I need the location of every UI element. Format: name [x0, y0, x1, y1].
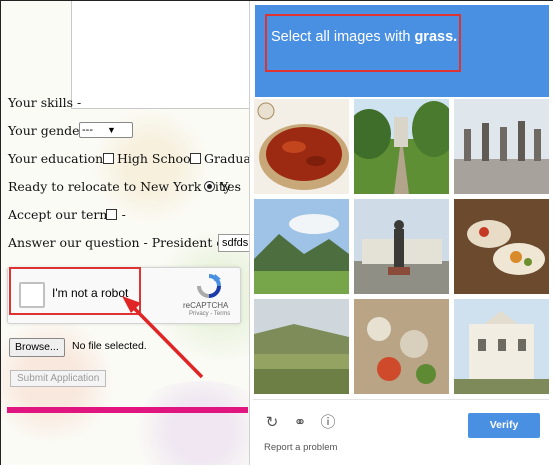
image-tile-statue-square[interactable] [354, 199, 449, 294]
application-form [1, 1, 249, 465]
instruction-highlight [265, 14, 461, 72]
image-tile-colonial-building[interactable] [454, 299, 549, 394]
image-tile-market-produce[interactable] [354, 299, 449, 394]
recaptcha-highlight [9, 267, 141, 315]
skills-label: Your skills - [8, 95, 82, 110]
education-label: Your education - [8, 151, 112, 166]
image-tile-banquet-food[interactable] [454, 199, 549, 294]
recaptcha-logo-icon [197, 274, 221, 298]
terms-checkbox[interactable] [106, 209, 117, 220]
gender-select-value: --- [82, 124, 93, 136]
headphones-icon[interactable]: ⚭ [292, 414, 308, 430]
reload-icon[interactable]: ↻ [264, 414, 280, 430]
challenge-tools: ↻ ⚭ ⓘ [264, 414, 344, 434]
submit-button[interactable]: Submit Application [10, 370, 107, 387]
high-school-label: High School [117, 151, 195, 166]
footer-divider [253, 399, 549, 400]
image-tile-park-path[interactable] [354, 99, 449, 194]
image-tile-rooftop-statues[interactable] [454, 99, 549, 194]
image-tile-chili-flakes[interactable] [254, 99, 349, 194]
relocate-yes-label: Yes [220, 179, 241, 194]
high-school-checkbox[interactable] [103, 153, 114, 164]
graduation-checkbox[interactable] [190, 153, 201, 164]
skills-textarea[interactable] [71, 1, 249, 109]
gender-select[interactable]: --- ▼ [79, 122, 133, 138]
question-input[interactable]: sdfds [218, 234, 250, 252]
relocate-yes-radio[interactable] [204, 181, 215, 192]
browse-button[interactable]: Browse... [9, 338, 65, 357]
file-status: No file selected. [72, 340, 147, 352]
chevron-down-icon: ▼ [107, 125, 116, 135]
report-problem-link[interactable]: Report a problem [264, 442, 337, 453]
image-tile-mountain-valley[interactable] [254, 199, 349, 294]
image-tile-hillside-fields[interactable] [254, 299, 349, 394]
recaptcha-brand: reCAPTCHA [183, 301, 229, 310]
info-icon[interactable]: ⓘ [320, 414, 336, 430]
recaptcha-privacy-terms[interactable]: Privacy - Terms [189, 311, 230, 317]
verify-button[interactable]: Verify [468, 413, 540, 438]
accent-bar [7, 407, 248, 413]
